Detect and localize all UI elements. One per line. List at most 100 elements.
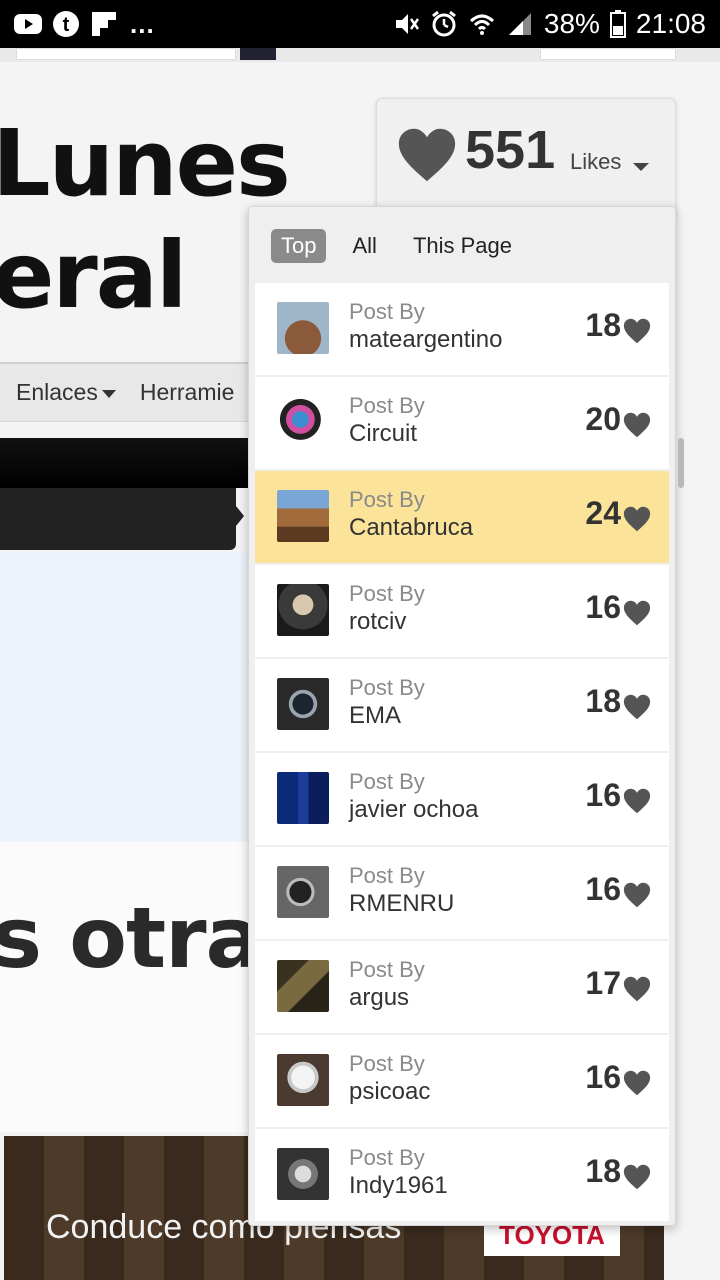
username: Circuit — [349, 420, 418, 447]
post-by-label: Post By — [349, 299, 425, 324]
like-count: 18 — [585, 1153, 621, 1189]
battery-icon — [609, 10, 626, 38]
username: mateargentino — [349, 326, 503, 353]
avatar — [277, 866, 329, 918]
tab-all[interactable]: All — [342, 229, 386, 263]
username: psicoac — [349, 1078, 431, 1105]
username: EMA — [349, 702, 402, 729]
tab-top[interactable]: Top — [271, 229, 327, 263]
like-count: 20 — [585, 401, 621, 437]
avatar — [277, 1148, 329, 1200]
heart-icon — [623, 506, 651, 532]
likes-dropdown: Top All This Page Post By mateargentino … — [248, 206, 676, 1226]
username: RMENRU — [349, 890, 455, 917]
heart-icon — [623, 882, 651, 908]
username: rotciv — [349, 608, 407, 635]
like-count: 18 — [585, 683, 621, 719]
youtube-icon — [14, 10, 42, 38]
post-by-label: Post By — [349, 675, 425, 700]
heart-icon — [623, 318, 651, 344]
heart-icon — [623, 788, 651, 814]
post-by-label: Post By — [349, 487, 425, 512]
heart-icon — [623, 976, 651, 1002]
background-dark-tooltip — [0, 488, 236, 550]
like-count: 16 — [585, 871, 621, 907]
avatar — [277, 396, 329, 448]
flipboard-icon — [90, 10, 118, 38]
like-count: 16 — [585, 1059, 621, 1095]
mute-icon — [392, 10, 420, 38]
chevron-down-icon — [101, 389, 116, 398]
tooltip-arrow — [236, 506, 244, 526]
post-by-label: Post By — [349, 393, 425, 418]
heart-icon — [623, 600, 651, 626]
likes-button[interactable]: 551 Likes — [376, 98, 676, 220]
avatar — [277, 302, 329, 354]
background-nav-bar: Enlaces Herramie — [0, 362, 260, 422]
likes-label: Likes — [570, 149, 622, 174]
list-item[interactable]: Post By psicoac 16 — [255, 1035, 669, 1127]
likes-list: Post By mateargentino 18 Post By Circuit… — [255, 283, 669, 1223]
likes-total: 551 — [465, 120, 556, 180]
svg-text:t: t — [63, 14, 70, 36]
like-count: 17 — [585, 965, 621, 1001]
nav-item-enlaces[interactable]: Enlaces — [16, 379, 116, 406]
list-item[interactable]: Post By Cantabruca 24 — [255, 471, 669, 563]
overflow-indicator: ... — [130, 8, 155, 39]
background-top-box — [540, 48, 676, 60]
like-count: 18 — [585, 307, 621, 343]
page-title-line-1: Lunes — [0, 110, 291, 217]
list-item[interactable]: Post By RMENRU 16 — [255, 847, 669, 939]
wifi-icon — [468, 10, 496, 38]
like-count: 16 — [585, 589, 621, 625]
list-item[interactable]: Post By argus 17 — [255, 941, 669, 1033]
avatar — [277, 772, 329, 824]
username: javier ochoa — [349, 796, 479, 823]
post-by-label: Post By — [349, 1051, 425, 1076]
background-search-box — [16, 48, 236, 60]
avatar — [277, 1054, 329, 1106]
likes-tabs: Top All This Page — [271, 229, 522, 263]
avatar — [277, 584, 329, 636]
heart-icon — [398, 128, 456, 182]
page-title-line-2: eral — [0, 222, 187, 329]
avatar — [277, 490, 329, 542]
scrollbar-thumb[interactable] — [678, 438, 684, 488]
background-top-strip — [0, 48, 720, 62]
battery-percentage: 38% — [543, 8, 600, 39]
tab-this-page[interactable]: This Page — [403, 229, 522, 263]
avatar — [277, 678, 329, 730]
background-search-button — [240, 48, 276, 60]
post-by-label: Post By — [349, 769, 425, 794]
post-by-label: Post By — [349, 863, 425, 888]
list-item[interactable]: Post By javier ochoa 16 — [255, 753, 669, 845]
signal-icon — [506, 10, 534, 38]
username: argus — [349, 984, 410, 1011]
article-headline-fragment: s otra — [0, 889, 262, 987]
clock: 21:08 — [635, 8, 706, 39]
list-item[interactable]: Post By mateargentino 18 — [255, 283, 669, 375]
list-item[interactable]: Post By EMA 18 — [255, 659, 669, 751]
list-item[interactable]: Post By rotciv 16 — [255, 565, 669, 657]
username: Cantabruca — [349, 514, 474, 541]
heart-icon — [623, 1070, 651, 1096]
chevron-down-icon — [633, 163, 649, 171]
tumblr-icon: t — [52, 10, 80, 38]
list-item[interactable]: Post By Circuit 20 — [255, 377, 669, 469]
background-article-area — [0, 842, 260, 1132]
background-content-panel — [0, 552, 260, 842]
status-bar: t ... 38% 21:08 — [0, 0, 720, 48]
post-by-label: Post By — [349, 581, 425, 606]
avatar — [277, 960, 329, 1012]
username: Indy1961 — [349, 1172, 448, 1199]
alarm-icon — [430, 10, 458, 38]
post-by-label: Post By — [349, 1145, 425, 1170]
like-count: 16 — [585, 777, 621, 813]
heart-icon — [623, 412, 651, 438]
post-by-label: Post By — [349, 957, 425, 982]
like-count: 24 — [585, 495, 621, 531]
list-item[interactable]: Post By Indy1961 18 — [255, 1129, 669, 1221]
background-dark-band — [0, 438, 260, 488]
nav-item-herramientas[interactable]: Herramie — [140, 379, 235, 406]
heart-icon — [623, 1164, 651, 1190]
